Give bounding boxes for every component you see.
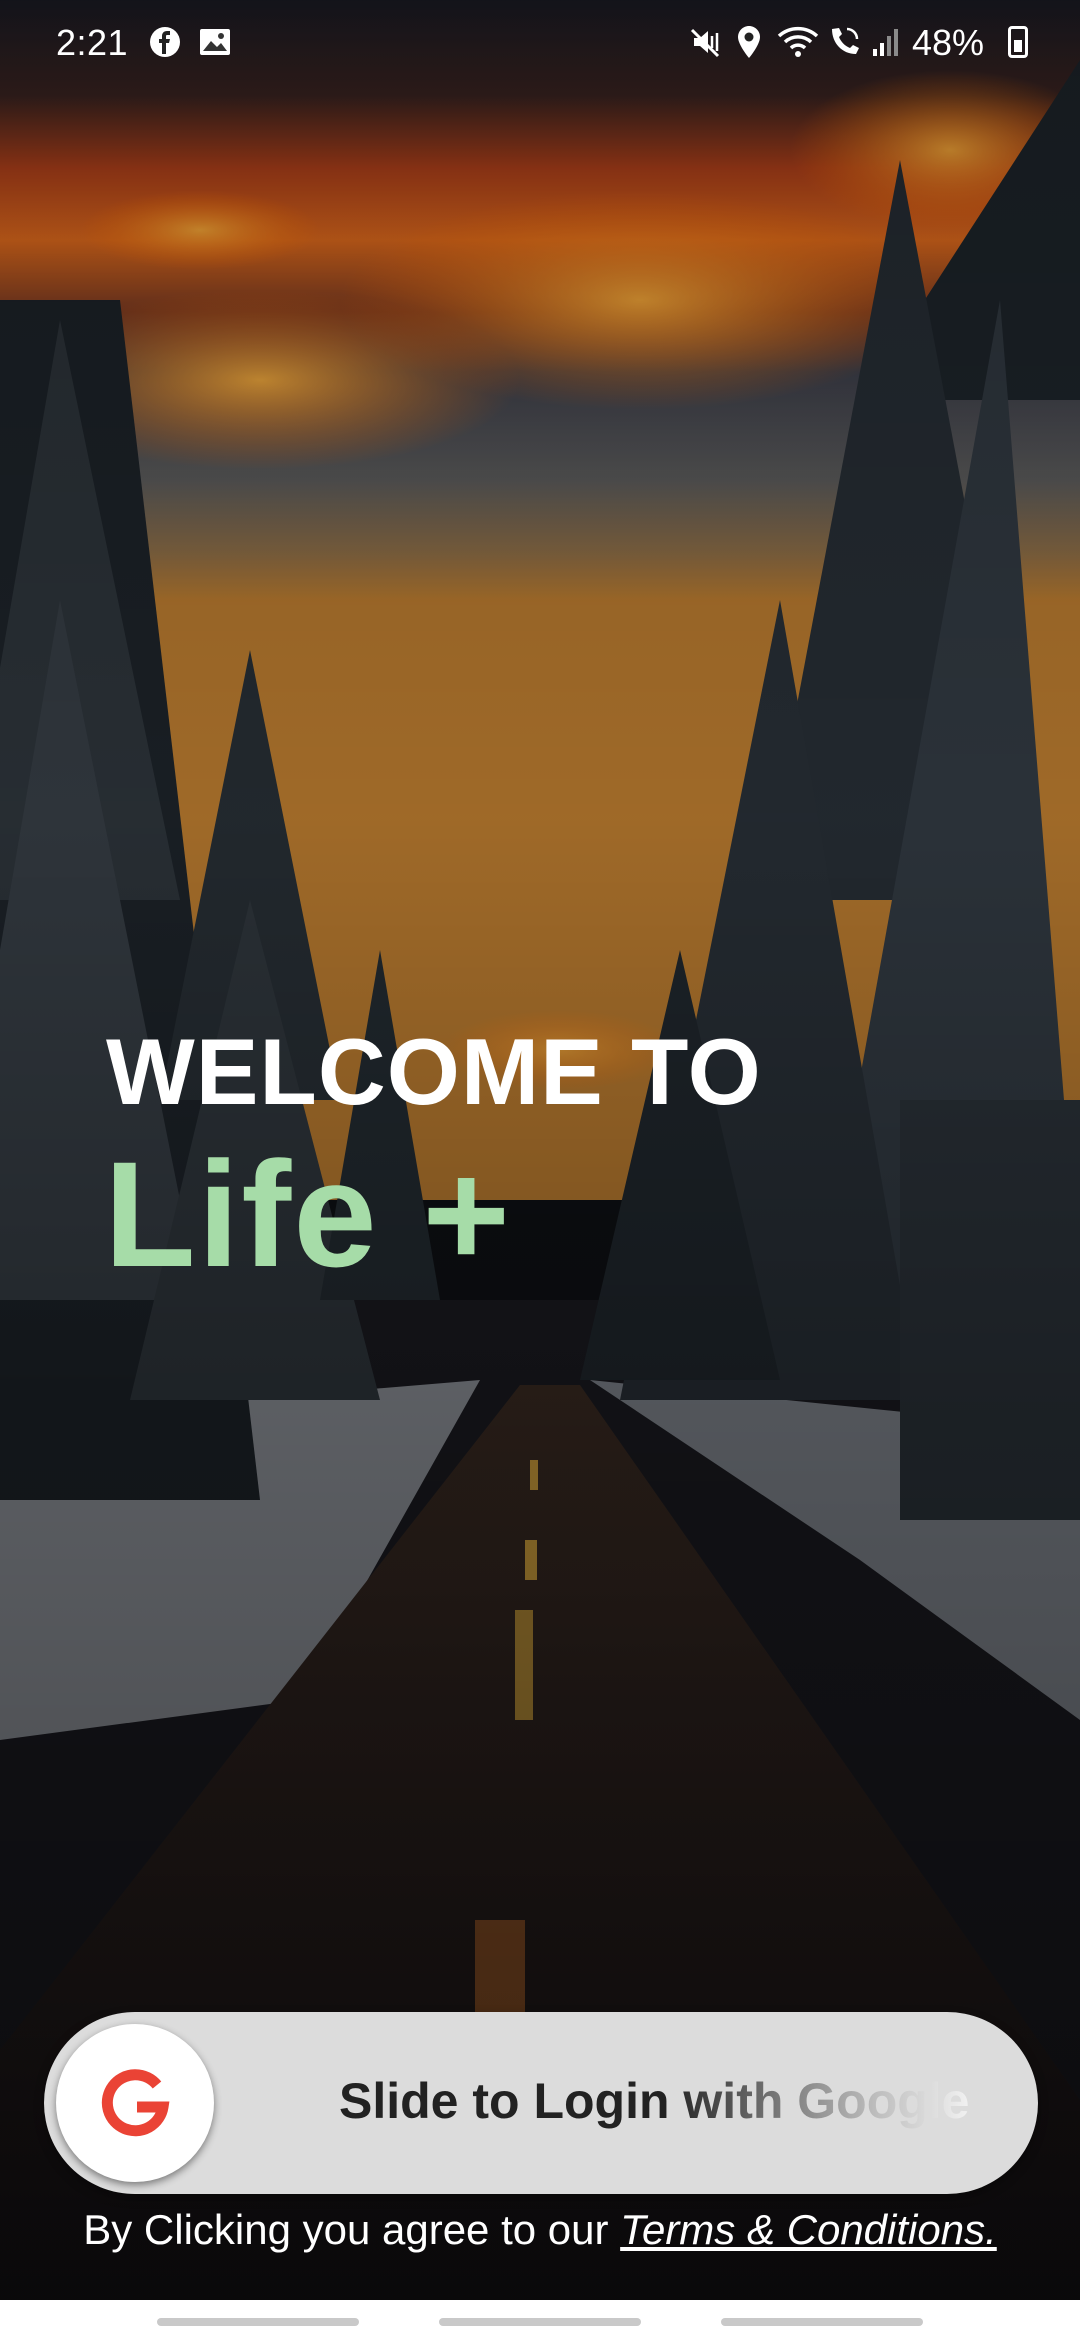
nav-recents-button[interactable] [157,2318,359,2326]
app-name: Life + [104,1130,512,1298]
terms-prefix: By Clicking you agree to our [83,2206,621,2253]
navigation-bar [0,2300,1080,2340]
slide-to-login-track[interactable]: Slide to Login with Google [44,2012,1038,2194]
slide-to-login-label: Slide to Login with Google [339,2073,970,2129]
wifi-icon [776,24,820,60]
wifi-calling-icon [826,24,866,60]
status-bar: 2:21 48% [0,0,1080,88]
facebook-icon [148,24,182,60]
slide-knob-google[interactable] [56,2024,214,2182]
terms-text: By Clicking you agree to our Terms & Con… [0,2206,1080,2254]
google-g-icon [101,2069,170,2137]
nav-home-button[interactable] [439,2318,641,2326]
nav-back-button[interactable] [721,2318,923,2326]
location-icon [734,24,764,60]
welcome-heading: WELCOME TO [106,1019,762,1124]
signal-icon [870,24,900,60]
gallery-icon [198,24,232,60]
battery-icon [1008,26,1028,58]
status-time: 2:21 [56,22,129,63]
mute-icon [688,24,724,60]
terms-conditions-link[interactable]: Terms & Conditions. [620,2206,997,2253]
battery-percent: 48% [911,22,984,63]
